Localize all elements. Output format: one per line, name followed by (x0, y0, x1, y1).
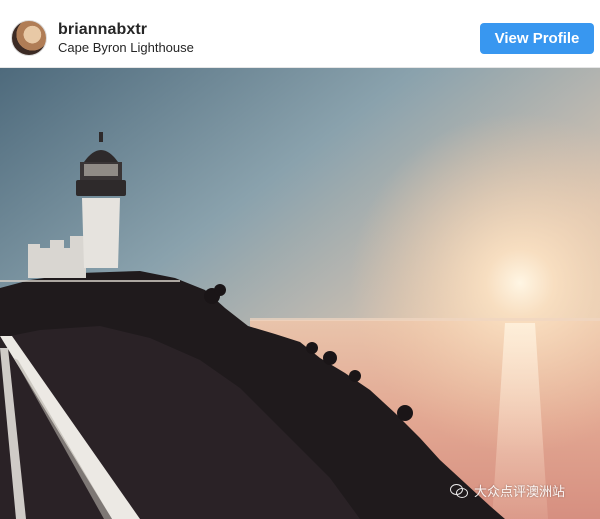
avatar[interactable] (11, 20, 47, 56)
wechat-icon (450, 483, 468, 498)
username[interactable]: briannabxtr (58, 21, 147, 39)
view-profile-button[interactable]: View Profile (480, 23, 594, 54)
post-photo (0, 68, 600, 519)
watermark-text: 大众点评澳洲站 (474, 484, 566, 499)
post-header: briannabxtr Cape Byron Lighthouse View P… (0, 0, 600, 68)
lighthouse-sunrise-image (0, 68, 600, 519)
watermark: 大众点评澳洲站 (450, 481, 565, 500)
location-link[interactable]: Cape Byron Lighthouse (58, 40, 194, 55)
